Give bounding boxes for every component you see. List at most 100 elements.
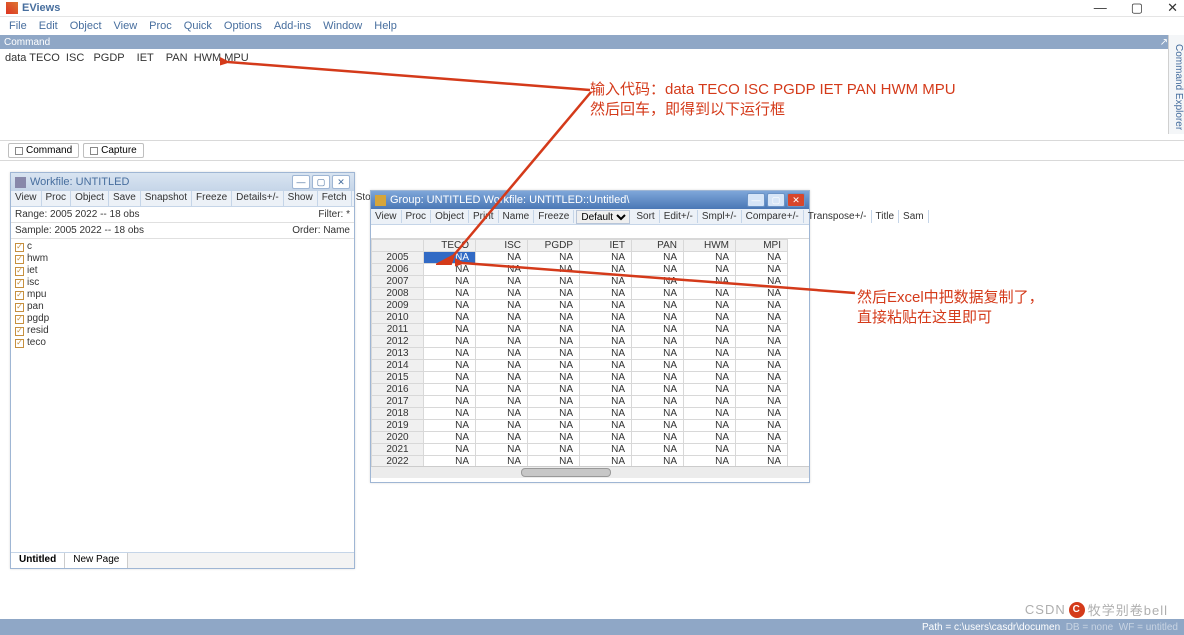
cell[interactable]: NA xyxy=(632,408,684,420)
cell[interactable]: NA xyxy=(528,384,580,396)
cell[interactable]: NA xyxy=(580,456,632,467)
cell[interactable]: NA xyxy=(424,396,476,408)
tab-command[interactable]: Command xyxy=(8,143,79,158)
menu-options[interactable]: Options xyxy=(219,19,267,33)
cell[interactable]: NA xyxy=(476,348,528,360)
cell[interactable]: NA xyxy=(632,360,684,372)
row-2012[interactable]: 2012 xyxy=(372,336,424,348)
workfile-item-isc[interactable]: ✓isc xyxy=(15,277,350,289)
workfile-item-resid[interactable]: ✓resid xyxy=(15,325,350,337)
menu-addins[interactable]: Add-ins xyxy=(269,19,316,33)
cell[interactable]: NA xyxy=(424,348,476,360)
row-2005[interactable]: 2005 xyxy=(372,252,424,264)
cell[interactable]: NA xyxy=(476,420,528,432)
minimize-button[interactable]: — xyxy=(1094,0,1107,16)
cell[interactable]: NA xyxy=(580,360,632,372)
cell[interactable]: NA xyxy=(424,408,476,420)
menu-edit[interactable]: Edit xyxy=(34,19,63,33)
cell[interactable]: NA xyxy=(476,372,528,384)
row-2008[interactable]: 2008 xyxy=(372,288,424,300)
cell[interactable]: NA xyxy=(528,360,580,372)
cell[interactable]: NA xyxy=(684,336,736,348)
cell[interactable]: NA xyxy=(684,372,736,384)
cell[interactable]: NA xyxy=(736,396,788,408)
row-2017[interactable]: 2017 xyxy=(372,396,424,408)
cell[interactable]: NA xyxy=(424,336,476,348)
cell[interactable]: NA xyxy=(580,336,632,348)
cell[interactable]: NA xyxy=(580,420,632,432)
cell[interactable]: NA xyxy=(736,456,788,467)
row-2010[interactable]: 2010 xyxy=(372,312,424,324)
cell[interactable]: NA xyxy=(424,420,476,432)
cell[interactable]: NA xyxy=(684,456,736,467)
cell[interactable]: NA xyxy=(580,348,632,360)
cell[interactable]: NA xyxy=(736,348,788,360)
row-2021[interactable]: 2021 xyxy=(372,444,424,456)
cell[interactable]: NA xyxy=(476,384,528,396)
cell[interactable]: NA xyxy=(736,360,788,372)
cell[interactable]: NA xyxy=(580,444,632,456)
workfile-item-mpu[interactable]: ✓mpu xyxy=(15,289,350,301)
cell[interactable]: NA xyxy=(424,384,476,396)
workfile-item-teco[interactable]: ✓teco xyxy=(15,337,350,349)
cell[interactable]: NA xyxy=(580,432,632,444)
command-explorer-sidebar[interactable]: Command Explorer xyxy=(1168,35,1184,134)
cell[interactable]: NA xyxy=(424,324,476,336)
cell[interactable]: NA xyxy=(476,408,528,420)
cell[interactable]: NA xyxy=(632,432,684,444)
wf-tb-save[interactable]: Save xyxy=(109,191,141,206)
cell[interactable]: NA xyxy=(580,372,632,384)
cell[interactable]: NA xyxy=(632,396,684,408)
cell[interactable]: NA xyxy=(476,312,528,324)
cell[interactable]: NA xyxy=(580,408,632,420)
cell[interactable]: NA xyxy=(632,348,684,360)
tab-capture[interactable]: Capture xyxy=(83,143,144,158)
cell[interactable]: NA xyxy=(476,336,528,348)
cell[interactable]: NA xyxy=(528,312,580,324)
cell[interactable]: NA xyxy=(476,432,528,444)
cell[interactable]: NA xyxy=(632,444,684,456)
cell[interactable]: NA xyxy=(424,360,476,372)
cell[interactable]: NA xyxy=(736,336,788,348)
cell[interactable]: NA xyxy=(424,372,476,384)
workfile-item-pgdp[interactable]: ✓pgdp xyxy=(15,313,350,325)
row-2020[interactable]: 2020 xyxy=(372,432,424,444)
cell[interactable]: NA xyxy=(632,336,684,348)
cell[interactable]: NA xyxy=(424,444,476,456)
cell[interactable]: NA xyxy=(476,324,528,336)
row-2006[interactable]: 2006 xyxy=(372,264,424,276)
maximize-button[interactable]: ▢ xyxy=(1131,0,1143,16)
row-2011[interactable]: 2011 xyxy=(372,324,424,336)
menu-quick[interactable]: Quick xyxy=(179,19,217,33)
wf-tab-untitled[interactable]: Untitled xyxy=(11,553,65,568)
wf-tb-proc[interactable]: Proc xyxy=(42,191,72,206)
cell[interactable]: NA xyxy=(632,456,684,467)
workfile-object-list[interactable]: ✓c✓hwm✓iet✓isc✓mpu✓pan✓pgdp✓resid✓teco xyxy=(11,239,354,351)
menu-view[interactable]: View xyxy=(109,19,143,33)
cell[interactable]: NA xyxy=(424,312,476,324)
cell[interactable]: NA xyxy=(684,420,736,432)
cell[interactable]: NA xyxy=(528,432,580,444)
menu-file[interactable]: File xyxy=(4,19,32,33)
workfile-item-iet[interactable]: ✓iet xyxy=(15,265,350,277)
cell[interactable]: NA xyxy=(424,432,476,444)
cell[interactable]: NA xyxy=(528,372,580,384)
cell[interactable]: NA xyxy=(684,396,736,408)
cell[interactable]: NA xyxy=(580,396,632,408)
workfile-item-pan[interactable]: ✓pan xyxy=(15,301,350,313)
cell[interactable]: NA xyxy=(424,456,476,467)
cell[interactable]: NA xyxy=(476,360,528,372)
wf-tb-snapshot[interactable]: Snapshot xyxy=(141,191,192,206)
cell[interactable]: NA xyxy=(528,336,580,348)
cell[interactable]: NA xyxy=(736,420,788,432)
wf-tb-object[interactable]: Object xyxy=(71,191,109,206)
workfile-item-c[interactable]: ✓c xyxy=(15,241,350,253)
wf-tb-view[interactable]: View xyxy=(11,191,42,206)
cell[interactable]: NA xyxy=(736,408,788,420)
cell[interactable]: NA xyxy=(528,420,580,432)
close-button[interactable]: ✕ xyxy=(1167,0,1178,16)
cell[interactable]: NA xyxy=(684,432,736,444)
cell[interactable]: NA xyxy=(528,408,580,420)
grp-tb-title[interactable]: Title xyxy=(872,210,900,223)
cell[interactable]: NA xyxy=(476,396,528,408)
